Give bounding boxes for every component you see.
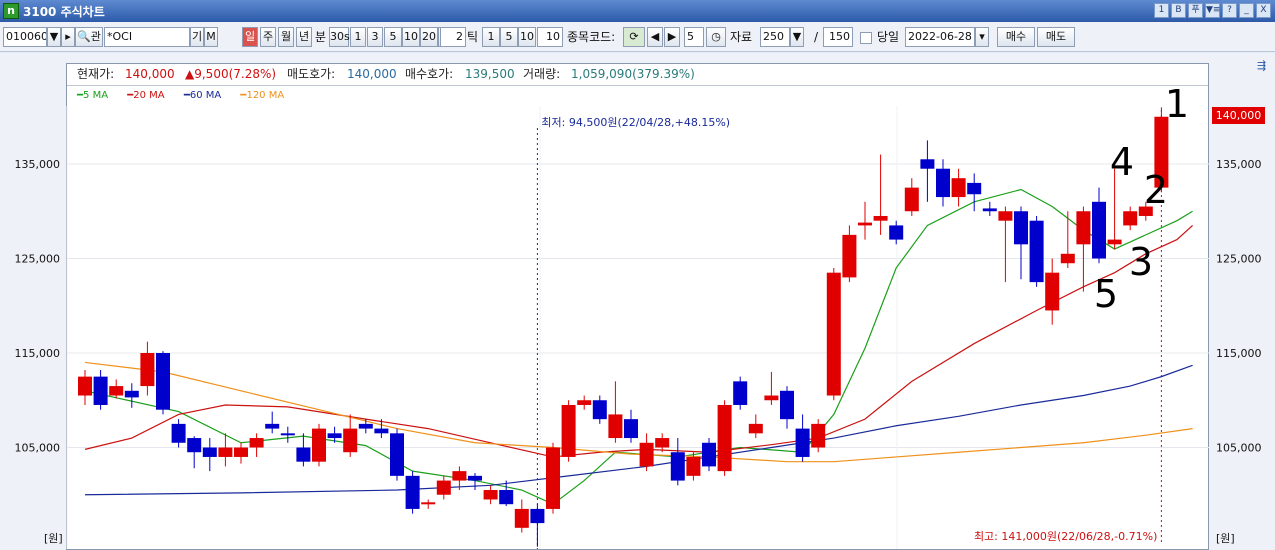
candle-body (858, 222, 872, 226)
candle-body (904, 187, 919, 212)
y-tick-label-left: 115,000 (15, 347, 61, 360)
candle-body (951, 178, 966, 198)
candle-body (655, 438, 670, 448)
candle-body (826, 272, 841, 396)
high-annotation: 최고: 141,000원(22/06/28,-0.71%) (974, 530, 1157, 543)
candle-body (93, 376, 108, 405)
annotation-number: 1 (1165, 82, 1189, 126)
annotation-number: 2 (1144, 168, 1168, 212)
candle-body (780, 390, 794, 420)
candle-body (296, 447, 311, 462)
annotation-number: 3 (1129, 240, 1153, 284)
candle-body (499, 490, 514, 505)
candle-body (764, 395, 779, 401)
candle-body (717, 404, 732, 472)
candle-body (733, 381, 748, 405)
candle-body (1060, 253, 1075, 264)
candle-body (78, 376, 92, 396)
y-tick-label-left: 105,000 (15, 442, 61, 455)
candle-body (374, 428, 389, 434)
candle-body (889, 225, 904, 240)
candle-body (686, 456, 701, 476)
candle-body (1107, 239, 1122, 245)
ma-line-20ma (84, 224, 1194, 458)
candle-body (156, 353, 170, 410)
candle-body (748, 423, 763, 434)
candle-body (811, 423, 826, 448)
candle-body (936, 168, 950, 198)
candle-body (468, 475, 482, 481)
candle-body (218, 447, 233, 457)
candle-body (436, 480, 451, 495)
candle-body (920, 159, 935, 169)
candle-body (421, 502, 436, 505)
low-annotation: 최저: 94,500원(22/04/28,+48.15%) (541, 116, 730, 129)
candle-body (967, 182, 982, 195)
candle-body (452, 471, 467, 481)
y-tick-label-right: 105,000 (1216, 442, 1262, 455)
y-tick-label-left: 135,000 (15, 158, 61, 171)
candle-body (483, 490, 498, 500)
candle-body (639, 442, 654, 467)
candle-body (1029, 220, 1044, 283)
candle-body (561, 404, 576, 457)
ma-line-60ma (84, 364, 1193, 496)
candle-body (249, 438, 264, 448)
candle-body (546, 447, 560, 509)
candle-body (1123, 211, 1138, 226)
candle-body (202, 447, 217, 457)
candle-body (998, 211, 1013, 221)
candle-body (327, 433, 342, 439)
candle-body (702, 442, 716, 467)
y-tick-label-right: 125,000 (1216, 253, 1262, 266)
candle-body (358, 423, 373, 429)
candle-body (1076, 211, 1091, 245)
candle-body (1014, 211, 1028, 245)
candle-body (795, 428, 810, 457)
y-tick-label-right: 135,000 (1216, 158, 1262, 171)
candle-body (187, 438, 202, 453)
candle-body (873, 215, 888, 221)
candle-body (530, 508, 545, 524)
candle-body (982, 208, 997, 212)
chart-canvas: 135,000 135,000 125,000 125,000 115,000 115,0… (15, 82, 1262, 549)
candle-body (280, 433, 295, 436)
candle-body (514, 508, 529, 528)
candle-body (1092, 201, 1106, 259)
candle-body (171, 423, 186, 443)
candle-body (234, 447, 248, 457)
candle-body (265, 423, 280, 429)
candle-body (670, 452, 685, 481)
y-tick-label-right: 115,000 (1216, 347, 1262, 360)
candle-body (577, 400, 592, 405)
candle-body (1045, 272, 1060, 311)
candle-body (842, 234, 857, 278)
annotation-number: 4 (1110, 140, 1134, 184)
candle-body (109, 386, 124, 396)
candle-body (312, 428, 326, 462)
candle-body (390, 433, 404, 476)
candle-body (608, 414, 623, 439)
y-tick-label-left: 125,000 (15, 253, 61, 266)
candle-body (124, 390, 139, 398)
candle-body (624, 419, 638, 439)
candle-body (343, 428, 358, 453)
candle-body (140, 353, 155, 387)
candle-body (405, 475, 420, 509)
candle-body (592, 400, 607, 420)
annotation-number: 5 (1094, 272, 1118, 316)
